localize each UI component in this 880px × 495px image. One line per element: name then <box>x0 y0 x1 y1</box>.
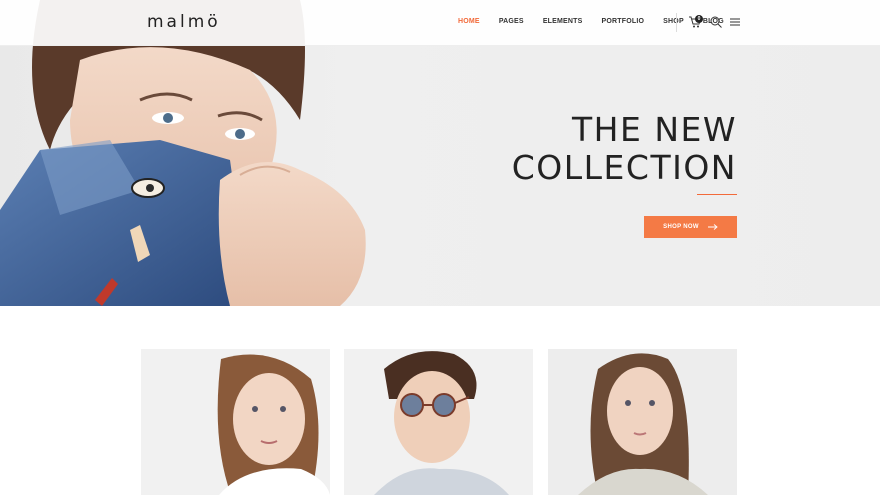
product-image-man-sunglasses <box>344 349 533 495</box>
hero-accent-divider <box>697 194 737 195</box>
product-image-girl <box>141 349 330 495</box>
nav-item-elements[interactable]: ELEMENTS <box>543 18 583 25</box>
product-grid <box>141 349 737 495</box>
menu-icon[interactable] <box>728 15 742 29</box>
hero-title-line2: COLLECTION <box>511 148 737 187</box>
nav-divider <box>676 13 677 32</box>
shop-now-button[interactable]: SHOP NOW <box>644 216 737 238</box>
product-tile[interactable] <box>344 349 533 495</box>
nav-item-home[interactable]: HOME <box>458 18 480 25</box>
cart-count-badge: 0 <box>695 15 703 23</box>
search-icon[interactable] <box>709 15 723 29</box>
nav-item-shop[interactable]: SHOP <box>663 18 684 25</box>
hero-title: THE NEW COLLECTION <box>512 111 737 187</box>
site-logo[interactable]: malmö <box>147 12 221 32</box>
hero-title-line1: THE NEW <box>572 110 737 149</box>
nav-item-portfolio[interactable]: PORTFOLIO <box>602 18 645 25</box>
product-tile[interactable] <box>548 349 737 495</box>
product-tile[interactable] <box>141 349 330 495</box>
shop-now-label: SHOP NOW <box>663 224 699 230</box>
site-header: malmö HOME PAGES ELEMENTS PORTFOLIO SHOP… <box>0 0 880 46</box>
product-image-woman <box>548 349 737 495</box>
nav-item-pages[interactable]: PAGES <box>499 18 524 25</box>
arrow-right-icon <box>707 224 718 230</box>
